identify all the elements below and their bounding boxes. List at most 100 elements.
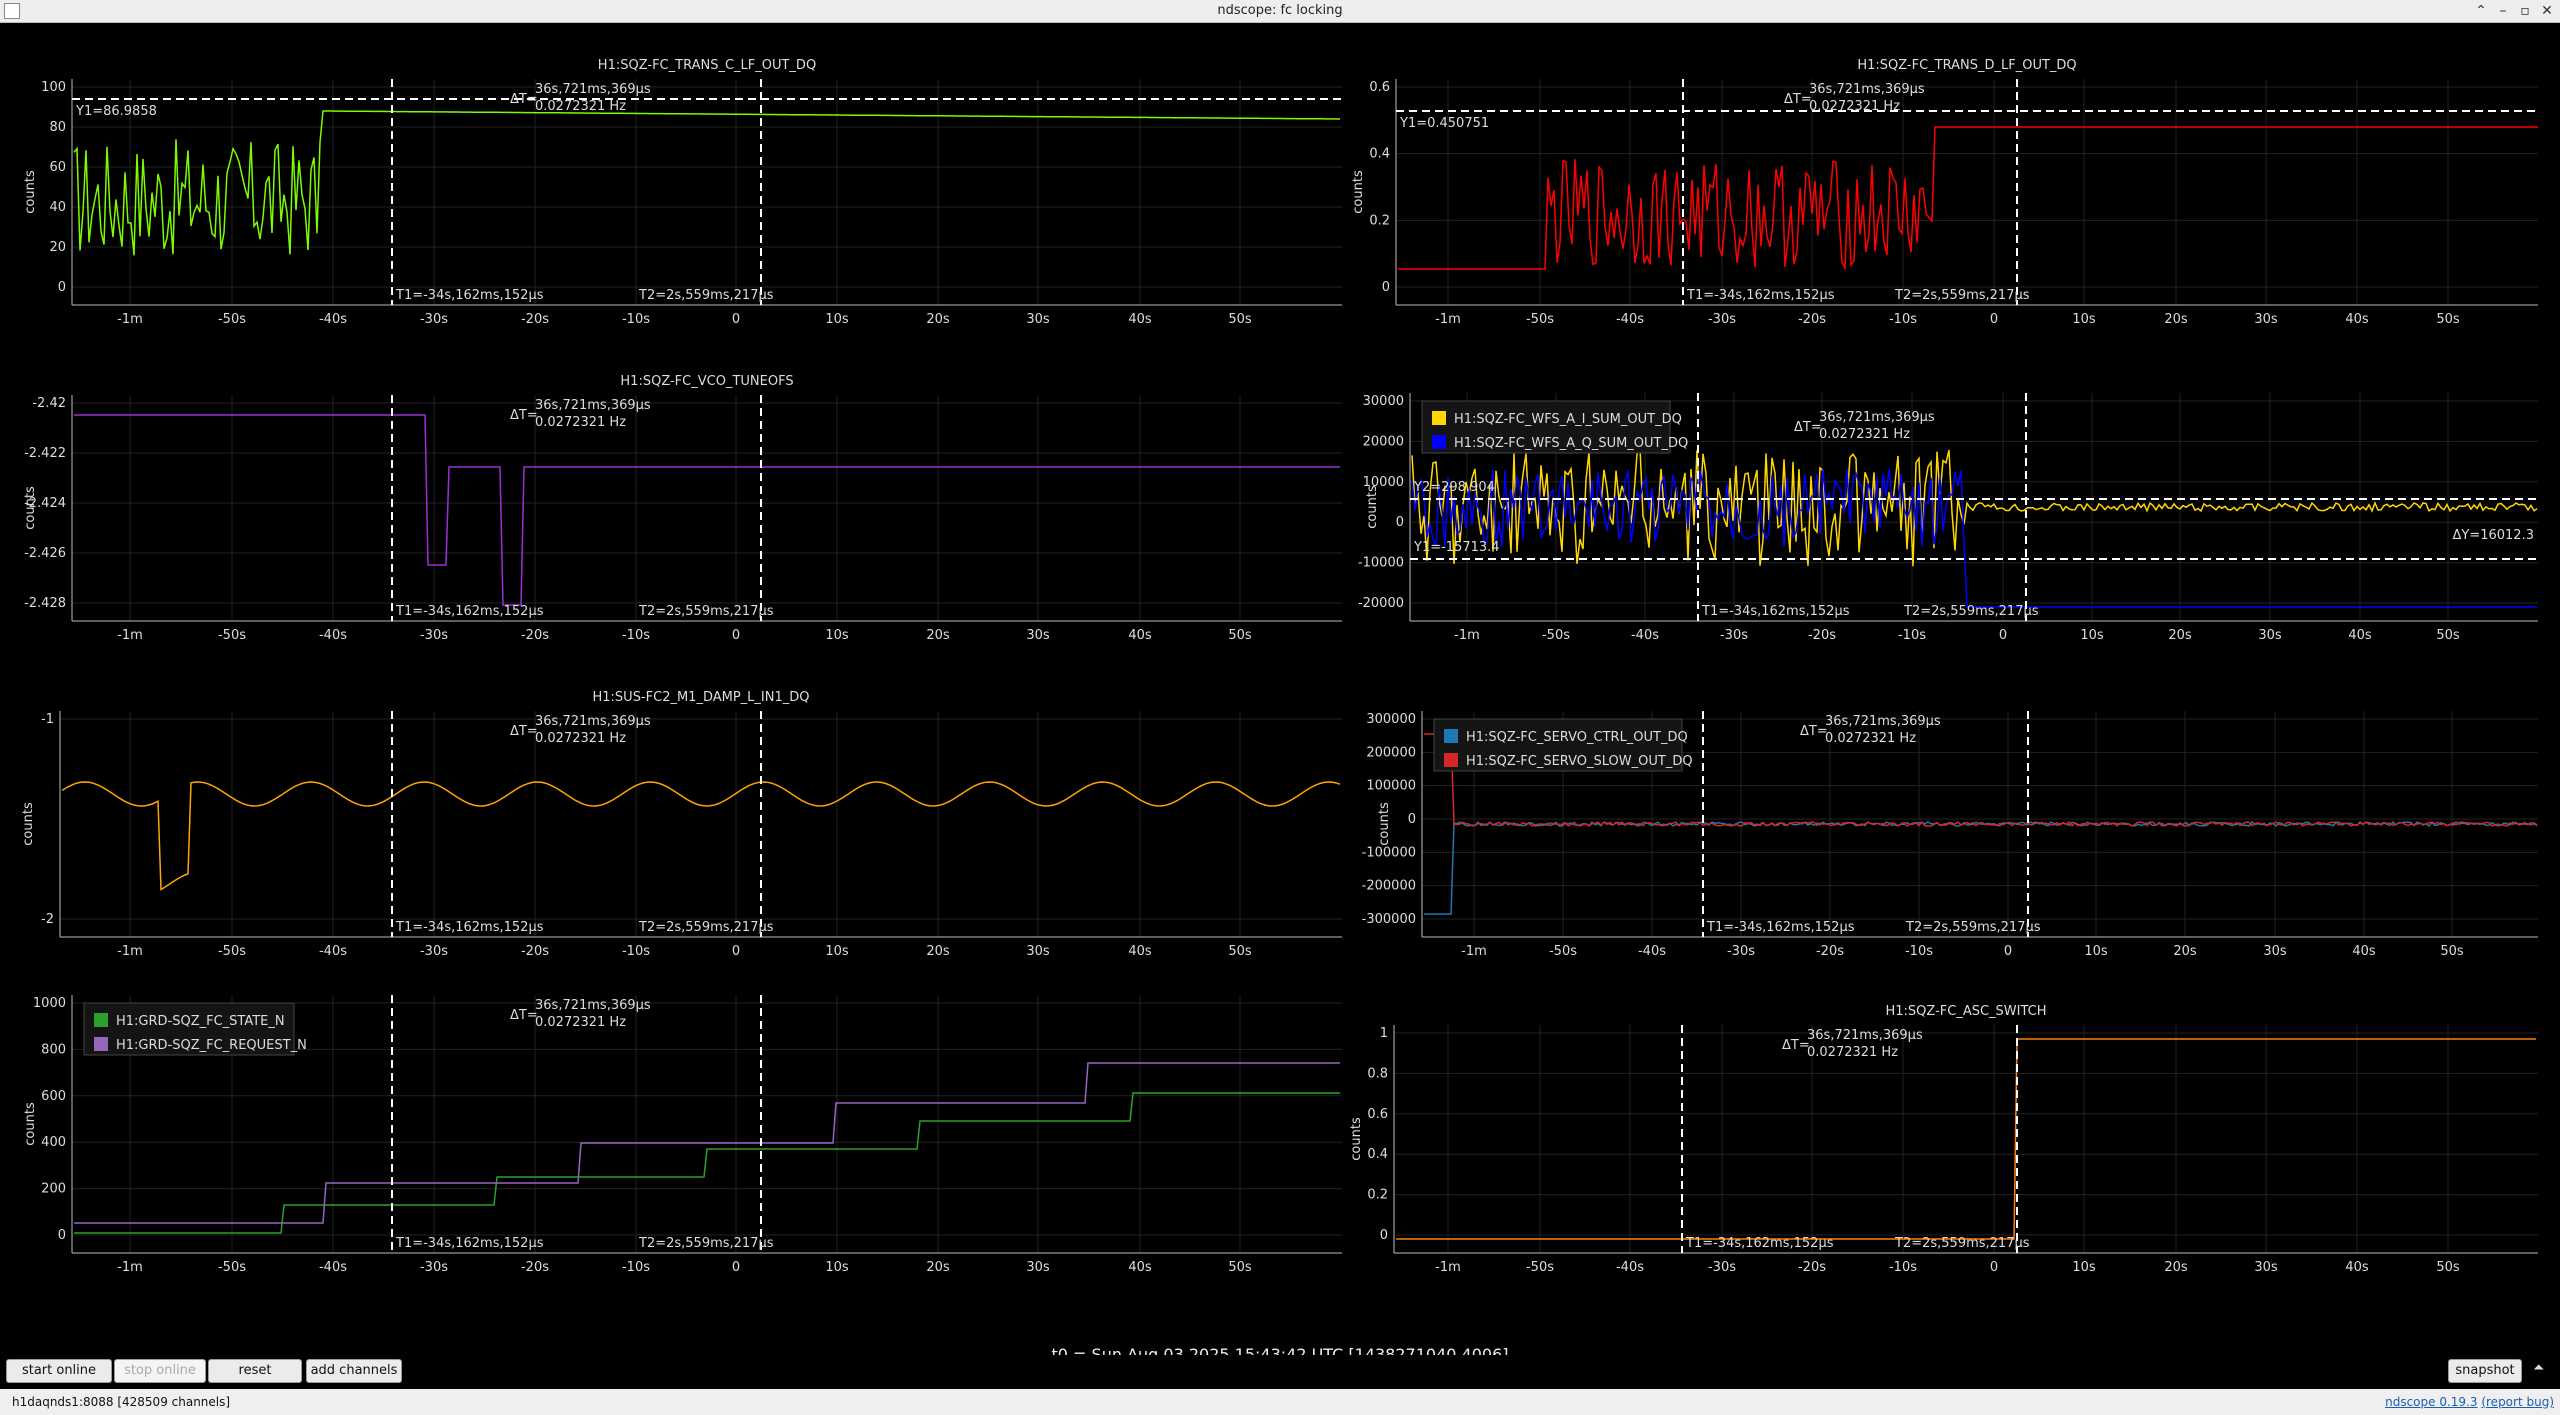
x-tick-label: 40s	[1128, 312, 1152, 327]
dt-frequency: 0.0272321 Hz	[1807, 1045, 1898, 1060]
x-tick-label: 20s	[926, 944, 950, 959]
x-tick-label: 50s	[1228, 1260, 1252, 1275]
y-tick-label: 80	[49, 120, 66, 135]
t1-label: T1=-34s,162ms,152µs	[395, 1236, 544, 1251]
legend-label: H1:GRD-SQZ_FC_STATE_N	[116, 1014, 285, 1029]
x-tick-label: 40s	[2345, 1260, 2369, 1275]
x-tick-label: -20s	[1816, 944, 1844, 959]
y-tick-label: 0	[1408, 812, 1416, 827]
x-tick-label: -20s	[1798, 1260, 1826, 1275]
plot-panel-2[interactable]: -1m -50s -40s -30s -20s -10s 0 10s 20s 30s 40s 50s -…	[23, 374, 1342, 643]
plot-title: H1:SQZ-FC_VCO_TUNEOFS	[620, 374, 793, 389]
y-tick-label: 20	[49, 240, 66, 255]
t1-label: T1=-34s,162ms,152µs	[1686, 288, 1835, 303]
y-axis-label: counts	[1349, 1117, 1364, 1161]
plot-area[interactable]: -1m -50s -40s -30s -20s -10s 0 10s 20s 30s 40s 50s 1…	[0, 23, 2560, 1364]
y-tick-label: 60	[49, 160, 66, 175]
dt-value: 36s,721ms,369µs	[535, 398, 651, 413]
reset-button[interactable]: reset	[208, 1359, 302, 1383]
plot-panel-1[interactable]: -1m -50s -40s -30s -20s -10s 0 10s 20s 30s 40s 50s 1…	[23, 58, 1342, 327]
stop-online-button[interactable]: stop online	[114, 1359, 206, 1383]
x-tick-label: 30s	[1026, 628, 1050, 643]
x-tick-label: 50s	[1228, 312, 1252, 327]
t1-label: T1=-34s,162ms,152µs	[1685, 1236, 1834, 1251]
plot-panel-7[interactable]: -1m -50s -40s -30s -20s -10s 0 10s 20s 30s 40s 50s 3…	[1362, 711, 2538, 959]
dt-prefix: ΔT=	[510, 1008, 538, 1023]
t1-label: T1=-34s,162ms,152µs	[395, 288, 544, 303]
x-tick-label: -30s	[1727, 944, 1755, 959]
x-tick-label: 30s	[1026, 1260, 1050, 1275]
x-tick-label: -1m	[117, 1260, 143, 1275]
x-tick-label: -20s	[521, 312, 549, 327]
plot-panel-6[interactable]: -1m -50s -40s -30s -20s -10s 0 10s 20s 30s 40s 50s 3…	[1358, 393, 2538, 643]
x-tick-label: 30s	[2254, 1260, 2278, 1275]
x-tick-label: -30s	[1708, 312, 1736, 327]
x-tick-label: 0	[1999, 628, 2007, 643]
x-tick-label: -20s	[521, 944, 549, 959]
x-tick-label: 50s	[2436, 628, 2460, 643]
x-tick-label: 50s	[2440, 944, 2464, 959]
y-tick-label: 800	[41, 1042, 66, 1057]
y-tick-label: 100	[41, 80, 66, 95]
t1-label: T1=-34s,162ms,152µs	[395, 920, 544, 935]
dt-frequency: 0.0272321 Hz	[535, 415, 626, 430]
x-tick-label: -30s	[420, 628, 448, 643]
plot-panel-5[interactable]: -1m -50s -40s -30s -20s -10s 0 10s 20s 30s 40s 50s 0…	[1351, 58, 2538, 327]
y-axis-label: counts	[21, 802, 36, 846]
x-tick-label: 40s	[2352, 944, 2376, 959]
plot-panel-3[interactable]: -1m -50s -40s -30s -20s -10s 0 10s 20s 30s 40s 50s -…	[21, 690, 1342, 959]
dt-prefix: ΔT=	[1794, 420, 1822, 435]
x-tick-label: 0	[1990, 312, 1998, 327]
y-tick-label: 0	[1396, 515, 1404, 530]
version-link[interactable]: ndscope 0.19.3	[2385, 1395, 2477, 1409]
version-info: ndscope 0.19.3 (report bug)	[2385, 1395, 2554, 1409]
x-tick-label: 40s	[1128, 944, 1152, 959]
expand-icon[interactable]: ⏶	[2533, 1360, 2544, 1376]
trace-1	[73, 110, 1340, 256]
t2-label: T2=2s,559ms,217µs	[1894, 288, 2030, 303]
y-axis-label: counts	[1365, 485, 1380, 529]
y-axis-label: counts	[23, 170, 38, 214]
y-tick-label: -10000	[1358, 556, 1404, 571]
x-tick-label: 40s	[1128, 628, 1152, 643]
plot-panel-8[interactable]: -1m -50s -40s -30s -20s -10s 0 10s 20s 30s 40s 50s 1…	[1349, 1004, 2538, 1275]
report-bug-link[interactable]: (report bug)	[2481, 1395, 2554, 1409]
x-tick-label: -30s	[1720, 628, 1748, 643]
legend-swatch	[1432, 435, 1446, 449]
chevron-up-icon[interactable]: ⌃	[2470, 1, 2492, 21]
plot-title: H1:SQZ-FC_ASC_SWITCH	[1885, 1004, 2046, 1019]
dt-frequency: 0.0272321 Hz	[535, 1015, 626, 1030]
dt-value: 36s,721ms,369µs	[1809, 82, 1925, 97]
status-bar: h1daqnds1:8088 [428509 channels] ndscope…	[0, 1389, 2560, 1415]
dt-prefix: ΔT=	[1800, 724, 1828, 739]
x-tick-label: -30s	[420, 944, 448, 959]
x-tick-label: 10s	[825, 628, 849, 643]
start-online-button[interactable]: start online	[6, 1359, 112, 1383]
y1-label: Y1=86.9858	[75, 104, 157, 119]
x-tick-label: 50s	[2436, 1260, 2460, 1275]
server-status: h1daqnds1:8088 [428509 channels]	[12, 1395, 231, 1409]
maximize-icon[interactable]: ▫	[2514, 1, 2536, 21]
y2-label: Y2=298.904	[1413, 480, 1495, 495]
x-tick-label: -40s	[319, 628, 347, 643]
legend-swatch	[94, 1037, 108, 1051]
y-axis-label: counts	[23, 486, 38, 530]
dt-frequency: 0.0272321 Hz	[535, 99, 626, 114]
y-tick-label: -2.428	[24, 596, 66, 611]
x-tick-label: -50s	[218, 628, 246, 643]
plot-grid[interactable]: -1m -50s -40s -30s -20s -10s 0 10s 20s 30s 40s 50s 1…	[0, 23, 2560, 1345]
x-tick-label: -30s	[420, 1260, 448, 1275]
legend-label: H1:SQZ-FC_SERVO_SLOW_OUT_DQ	[1466, 754, 1693, 769]
add-channels-button[interactable]: add channels	[306, 1359, 402, 1383]
minimize-icon[interactable]: –	[2492, 1, 2514, 21]
plot-panel-4[interactable]: -1m -50s -40s -30s -20s -10s 0 10s 20s 30s 40s 50s 1…	[23, 995, 1342, 1275]
title-bar: ndscope: fc locking ⌃ – ▫ ✕	[0, 0, 2560, 23]
y1-label: Y1=-15713.4	[1413, 540, 1500, 555]
plot-title: H1:SQZ-FC_TRANS_C_LF_OUT_DQ	[598, 58, 816, 73]
x-tick-label: 0	[732, 944, 740, 959]
close-icon[interactable]: ✕	[2536, 1, 2558, 21]
snapshot-button[interactable]: snapshot	[2448, 1359, 2522, 1383]
x-tick-label: 20s	[2164, 312, 2188, 327]
x-tick-label: -50s	[218, 944, 246, 959]
t2-label: T2=2s,559ms,217µs	[1894, 1236, 2030, 1251]
